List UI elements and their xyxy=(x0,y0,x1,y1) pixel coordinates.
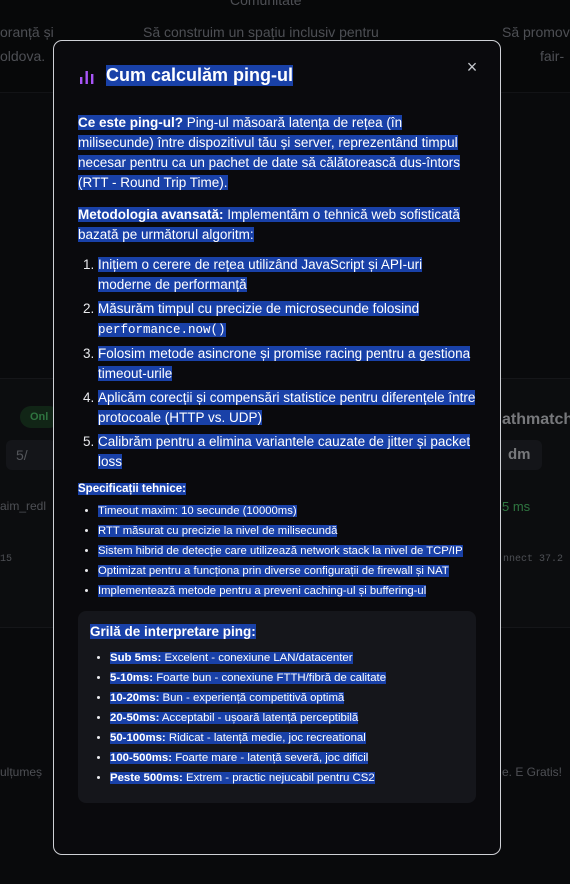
ping-info-modal: × Cum calculăm ping-ul Ce este ping-ul? … xyxy=(53,40,501,855)
modal-body: Ce este ping-ul? Ping-ul măsoară latența… xyxy=(78,113,476,803)
specs-heading: Specificații tehnice: xyxy=(78,483,187,495)
algorithm-steps: Inițiem o cerere de rețea utilizând Java… xyxy=(78,255,476,472)
list-item: 20-50ms: Acceptabil - ușoară latență per… xyxy=(110,711,464,726)
list-item: Sistem hibrid de detecție care utilizeaz… xyxy=(98,544,476,559)
method-paragraph: Metodologia avansată: Implementăm o tehn… xyxy=(78,205,476,245)
list-item: 50-100ms: Ridicat - latență medie, joc r… xyxy=(110,731,464,746)
intro-paragraph: Ce este ping-ul? Ping-ul măsoară latența… xyxy=(78,113,476,193)
modal-header: Cum calculăm ping-ul xyxy=(78,65,294,86)
list-item: 10-20ms: Bun - experiență competitivă op… xyxy=(110,691,464,706)
code-snippet: performance.now() xyxy=(98,323,226,337)
list-item: Sub 5ms: Excelent - conexiune LAN/datace… xyxy=(110,651,464,666)
specs-list: Timeout maxim: 10 secunde (10000ms) RTT … xyxy=(78,504,476,599)
list-item: 5-10ms: Foarte bun - conexiune FTTH/fibr… xyxy=(110,671,464,686)
close-icon[interactable]: × xyxy=(462,57,482,77)
list-item: Optimizat pentru a funcționa prin divers… xyxy=(98,564,476,579)
list-item: 100-500ms: Foarte mare - latență severă,… xyxy=(110,751,464,766)
ping-grid-list: Sub 5ms: Excelent - conexiune LAN/datace… xyxy=(90,651,464,786)
grid-heading: Grilă de interpretare ping: xyxy=(90,624,256,639)
list-item: Timeout maxim: 10 secunde (10000ms) xyxy=(98,504,476,519)
list-item: Peste 500ms: Extrem - practic nejucabil … xyxy=(110,771,464,786)
ping-grid-box: Grilă de interpretare ping: Sub 5ms: Exc… xyxy=(78,611,476,803)
intro-label: Ce este ping-ul? xyxy=(78,115,184,130)
method-label: Metodologia avansată: xyxy=(78,207,224,222)
modal-title: Cum calculăm ping-ul xyxy=(106,65,294,86)
list-item: RTT măsurat cu precizie la nivel de mili… xyxy=(98,524,476,539)
list-item: Măsurăm timpul cu precizie de microsecun… xyxy=(98,299,476,340)
list-item: Inițiem o cerere de rețea utilizând Java… xyxy=(98,255,476,295)
list-item: Folosim metode asincrone și promise raci… xyxy=(98,344,476,384)
bar-chart-icon xyxy=(80,70,94,84)
list-item: Calibrăm pentru a elimina variantele cau… xyxy=(98,432,476,472)
list-item: Implementează metode pentru a preveni ca… xyxy=(98,584,476,599)
list-item: Aplicăm corecții și compensări statistic… xyxy=(98,388,476,428)
